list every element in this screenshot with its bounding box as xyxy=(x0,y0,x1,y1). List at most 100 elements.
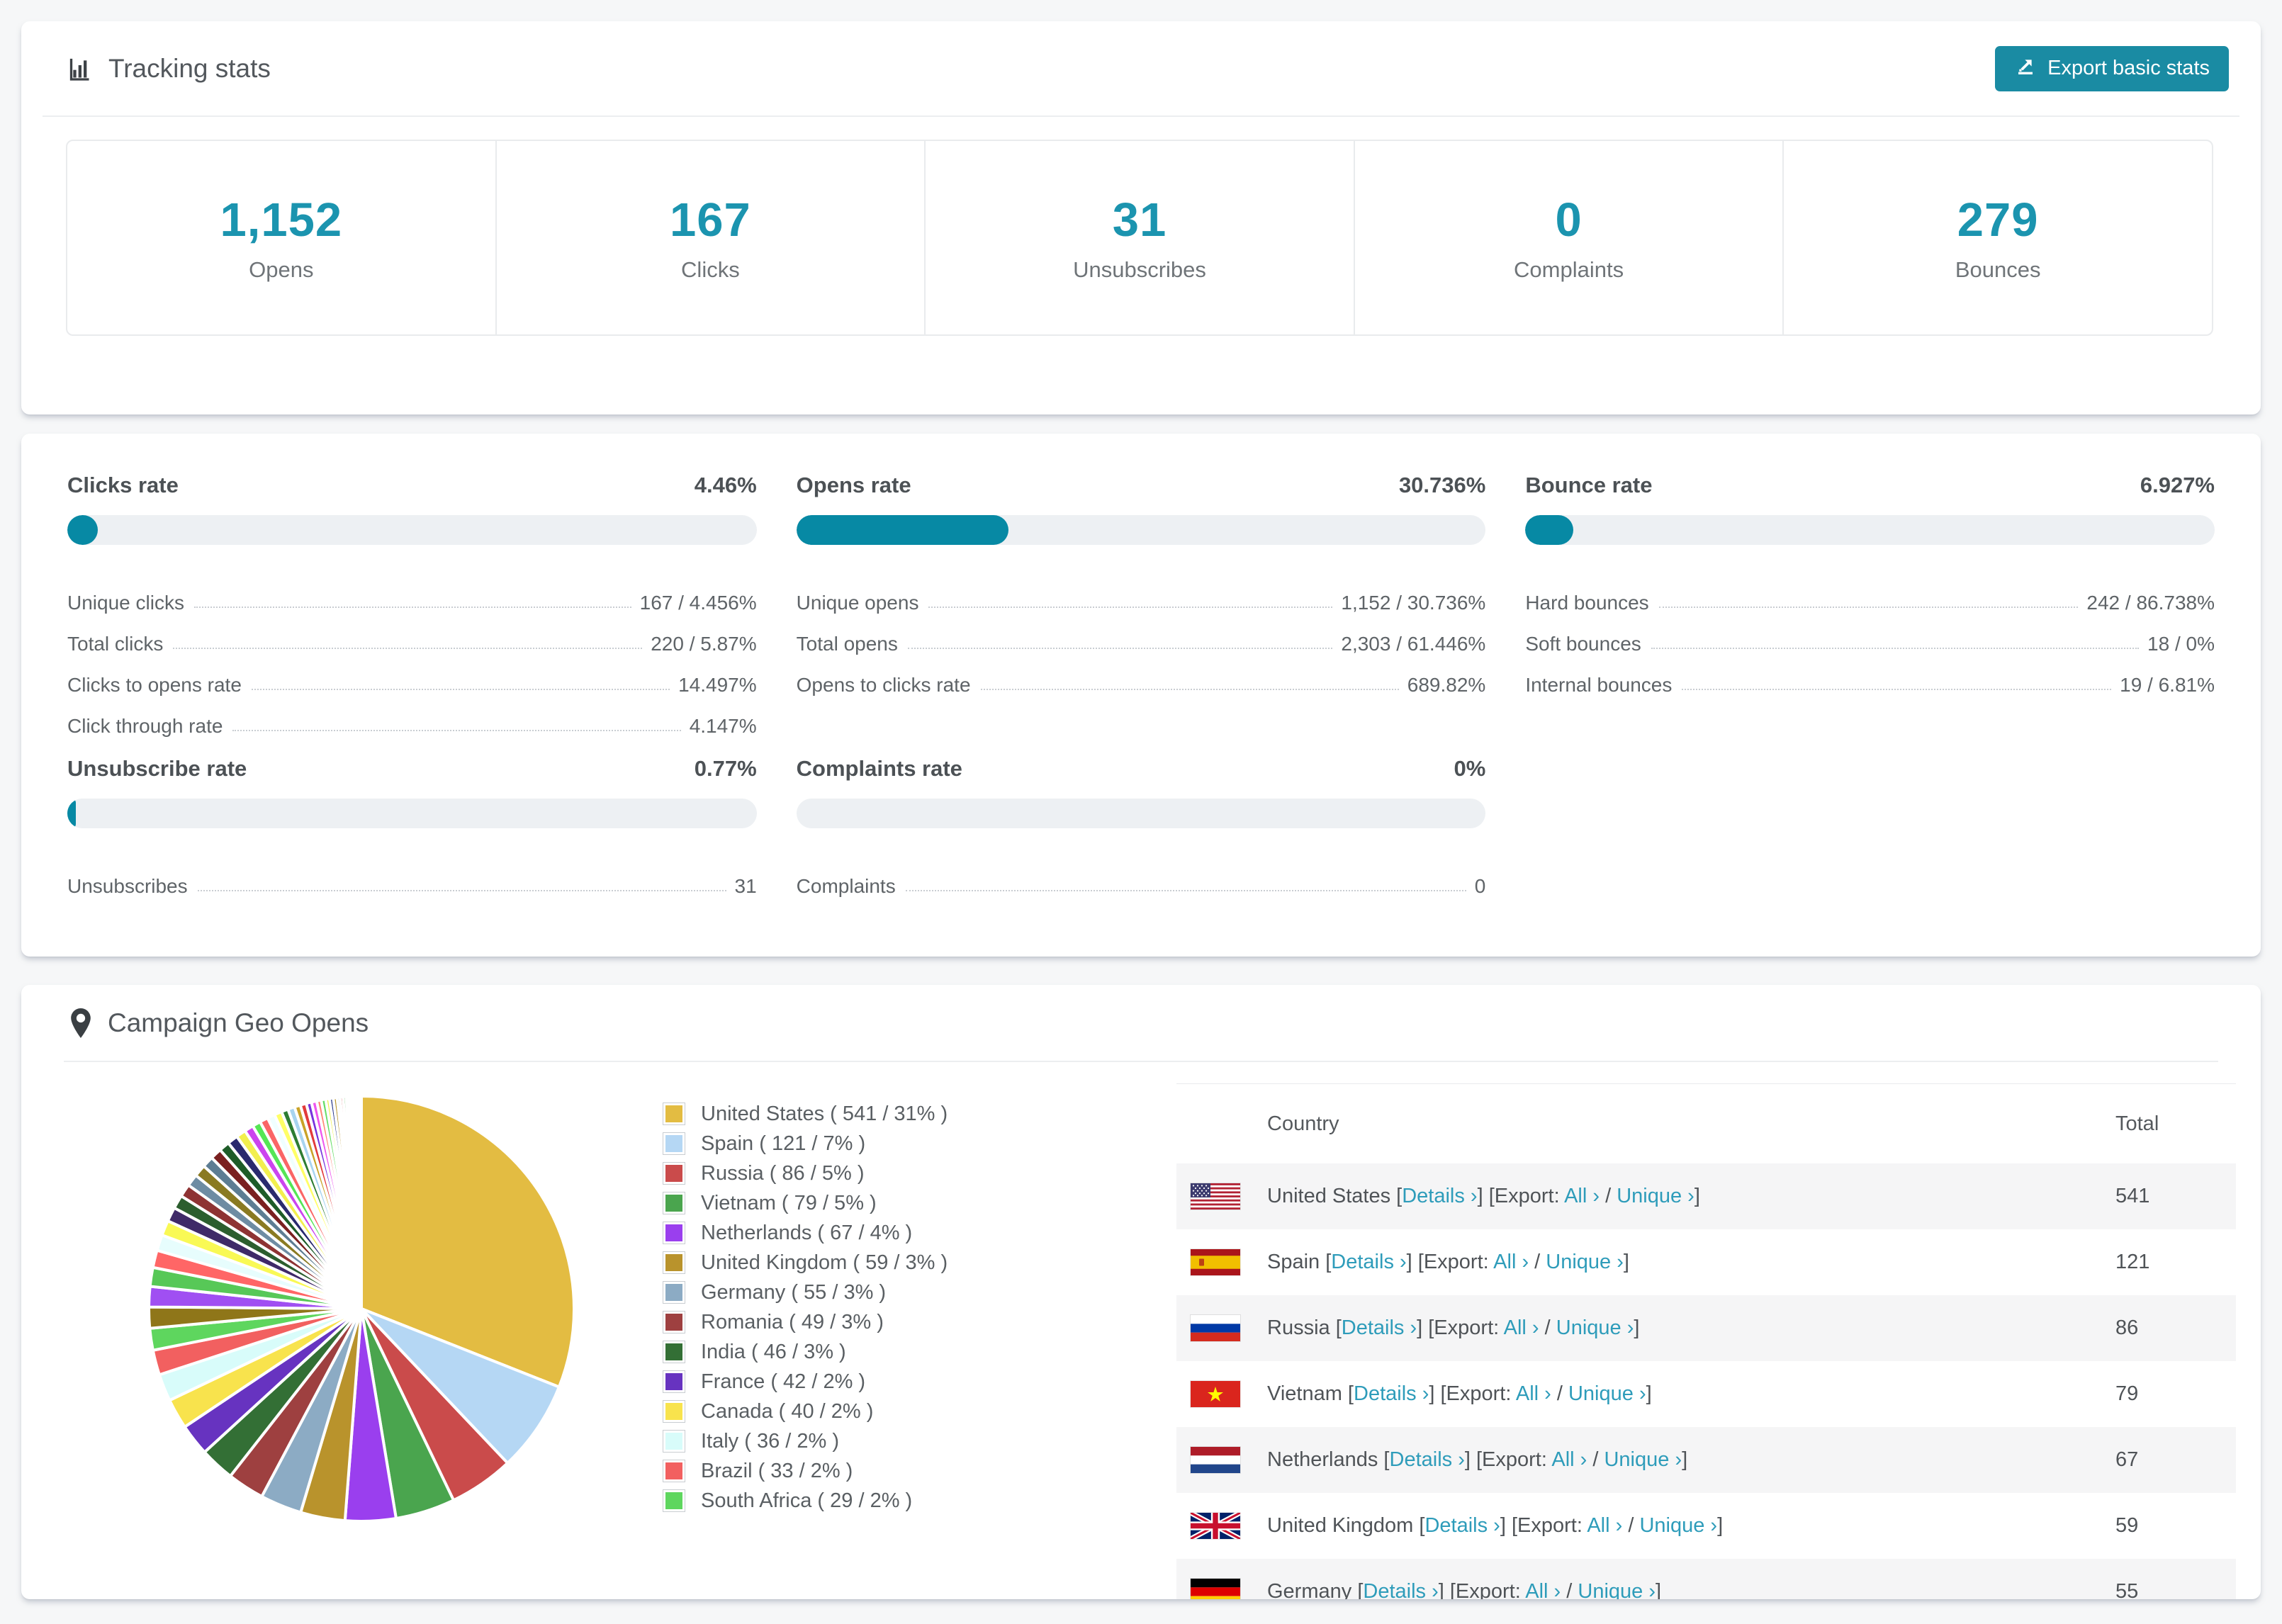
rate-head: Opens rate 30.736% xyxy=(797,473,1486,498)
de-flag-icon xyxy=(1191,1579,1240,1599)
detail-rows: Complaints 0 xyxy=(797,857,1486,898)
export-all-link[interactable]: All › xyxy=(1525,1580,1561,1599)
detail-label: Soft bounces xyxy=(1525,632,1641,655)
legend-item-germany[interactable]: Germany ( 55 / 3% ) xyxy=(663,1278,948,1307)
legend-item-south-africa[interactable]: South Africa ( 29 / 2% ) xyxy=(663,1486,948,1516)
legend-item-united-states[interactable]: United States ( 541 / 31% ) xyxy=(663,1099,948,1129)
tracking-stats-title: Tracking stats xyxy=(66,54,271,84)
legend-item-india[interactable]: India ( 46 / 3% ) xyxy=(663,1337,948,1367)
rate-value: 6.927% xyxy=(2140,473,2215,497)
us-flag-icon xyxy=(1191,1183,1240,1209)
details-link[interactable]: Details › xyxy=(1354,1382,1429,1405)
rates-card: Clicks rate 4.46% Unique clicks 167 / 4.… xyxy=(21,434,2261,957)
rate-head: Bounce rate 6.927% xyxy=(1525,473,2215,498)
details-link[interactable]: Details › xyxy=(1424,1514,1500,1537)
legend-item-spain[interactable]: Spain ( 121 / 7% ) xyxy=(663,1129,948,1158)
geo-header: Campaign Geo Opens xyxy=(21,985,2261,1061)
detail-label: Unsubscribes xyxy=(67,874,188,897)
legend-item-russia[interactable]: Russia ( 86 / 5% ) xyxy=(663,1158,948,1188)
export-all-link[interactable]: All › xyxy=(1587,1514,1622,1537)
export-unique-link[interactable]: Unique › xyxy=(1639,1514,1717,1537)
geo-table-row-spain: Spain [Details ›] [Export: All › / Uniqu… xyxy=(1176,1229,2236,1295)
country-name: Germany xyxy=(1267,1580,1352,1599)
export-all-link[interactable]: All › xyxy=(1504,1316,1539,1339)
export-all-link[interactable]: All › xyxy=(1564,1185,1600,1207)
export-all-link[interactable]: All › xyxy=(1516,1382,1551,1405)
details-link[interactable]: Details › xyxy=(1390,1448,1465,1471)
legend-swatch xyxy=(663,1460,685,1482)
country-cell: Netherlands [Details ›] [Export: All › /… xyxy=(1267,1448,1688,1471)
export-all-link[interactable]: All › xyxy=(1493,1251,1529,1273)
details-link[interactable]: Details › xyxy=(1331,1251,1406,1273)
stat-cell-complaints: 0 Complaints xyxy=(1353,141,1783,334)
export-unique-link[interactable]: Unique › xyxy=(1546,1251,1624,1273)
legend-label: United Kingdom ( 59 / 3% ) xyxy=(701,1251,948,1274)
legend-swatch xyxy=(663,1132,685,1155)
geo-table-row-united-kingdom: United Kingdom [Details ›] [Export: All … xyxy=(1176,1493,2236,1559)
pie-legend: United States ( 541 / 31% ) Spain ( 121 … xyxy=(663,1099,948,1516)
legend-label: Germany ( 55 / 3% ) xyxy=(701,1280,887,1304)
legend-label: Canada ( 40 / 2% ) xyxy=(701,1399,874,1423)
country-cell: Russia [Details ›] [Export: All › / Uniq… xyxy=(1267,1316,1640,1339)
country-name: Russia xyxy=(1267,1316,1330,1339)
detail-row: Unique clicks 167 / 4.456% xyxy=(67,573,757,614)
export-all-link[interactable]: All › xyxy=(1551,1448,1587,1471)
details-link[interactable]: Details › xyxy=(1342,1316,1417,1339)
dotted-leader xyxy=(928,607,1333,608)
progress-track xyxy=(796,799,1486,828)
legend-label: Romania ( 49 / 3% ) xyxy=(701,1310,884,1333)
export-unique-link[interactable]: Unique › xyxy=(1578,1580,1656,1599)
legend-item-united-kingdom[interactable]: United Kingdom ( 59 / 3% ) xyxy=(663,1248,948,1278)
dashboard-page: Tracking stats Export basic stats 1,152 … xyxy=(0,0,2282,1624)
export-unique-link[interactable]: Unique › xyxy=(1604,1448,1682,1471)
legend-item-netherlands[interactable]: Netherlands ( 67 / 4% ) xyxy=(663,1218,948,1248)
legend-swatch xyxy=(663,1430,685,1453)
detail-value: 167 / 4.456% xyxy=(639,591,757,614)
dotted-leader xyxy=(232,730,681,731)
detail-value: 1,152 / 30.736% xyxy=(1341,591,1486,614)
export-unique-link[interactable]: Unique › xyxy=(1568,1382,1646,1405)
legend-item-canada[interactable]: Canada ( 40 / 2% ) xyxy=(663,1397,948,1426)
legend-item-romania[interactable]: Romania ( 49 / 3% ) xyxy=(663,1307,948,1337)
stat-value: 31 xyxy=(1112,193,1167,247)
export-button-label: Export basic stats xyxy=(2047,57,2210,79)
bar-chart-icon xyxy=(66,55,94,83)
stat-cell-opens: 1,152 Opens xyxy=(67,141,495,334)
legend-item-vietnam[interactable]: Vietnam ( 79 / 5% ) xyxy=(663,1188,948,1218)
ru-flag-icon xyxy=(1191,1315,1240,1341)
legend-swatch xyxy=(663,1192,685,1214)
export-unique-link[interactable]: Unique › xyxy=(1617,1185,1694,1207)
geo-table-row-vietnam: Vietnam [Details ›] [Export: All › / Uni… xyxy=(1176,1361,2236,1427)
geo-opens-table: Country Total United States [Details ›] … xyxy=(1176,1083,2236,1599)
detail-row: Complaints 0 xyxy=(797,857,1486,898)
legend-item-france[interactable]: France ( 42 / 2% ) xyxy=(663,1367,948,1397)
legend-item-italy[interactable]: Italy ( 36 / 2% ) xyxy=(663,1426,948,1456)
details-link[interactable]: Details › xyxy=(1363,1580,1438,1599)
header-divider xyxy=(43,115,2239,117)
dotted-leader xyxy=(173,648,643,649)
export-unique-link[interactable]: Unique › xyxy=(1556,1316,1634,1339)
stat-cell-clicks: 167 Clicks xyxy=(495,141,925,334)
country-name: Vietnam xyxy=(1267,1382,1342,1405)
details-link[interactable]: Details › xyxy=(1402,1185,1477,1207)
legend-label: Brazil ( 33 / 2% ) xyxy=(701,1459,853,1482)
detail-value: 220 / 5.87% xyxy=(651,632,757,655)
detail-label: Unique opens xyxy=(796,591,919,614)
dotted-leader xyxy=(251,689,670,690)
dotted-leader xyxy=(1651,648,2140,649)
geo-body: United States ( 541 / 31% ) Spain ( 121 … xyxy=(21,1062,2261,1599)
legend-item-brazil[interactable]: Brazil ( 33 / 2% ) xyxy=(663,1456,948,1486)
export-basic-stats-button[interactable]: Export basic stats xyxy=(1995,45,2229,91)
geo-opens-pie-chart[interactable] xyxy=(142,1089,581,1528)
dotted-leader xyxy=(1658,607,2079,608)
stat-value: 0 xyxy=(1555,193,1583,247)
detail-value: 31 xyxy=(734,874,757,897)
country-cell: Germany [Details ›] [Export: All › / Uni… xyxy=(1267,1580,1661,1599)
rate-label: Bounce rate xyxy=(1525,473,1653,497)
country-name: Spain xyxy=(1267,1251,1320,1273)
detail-label: Hard bounces xyxy=(1525,591,1649,614)
geo-table-row-united-states: United States [Details ›] [Export: All ›… xyxy=(1176,1163,2236,1229)
rates-grid: Clicks rate 4.46% Unique clicks 167 / 4.… xyxy=(21,434,2261,898)
legend-swatch xyxy=(663,1251,685,1274)
country-cell: Vietnam [Details ›] [Export: All › / Uni… xyxy=(1267,1382,1652,1405)
